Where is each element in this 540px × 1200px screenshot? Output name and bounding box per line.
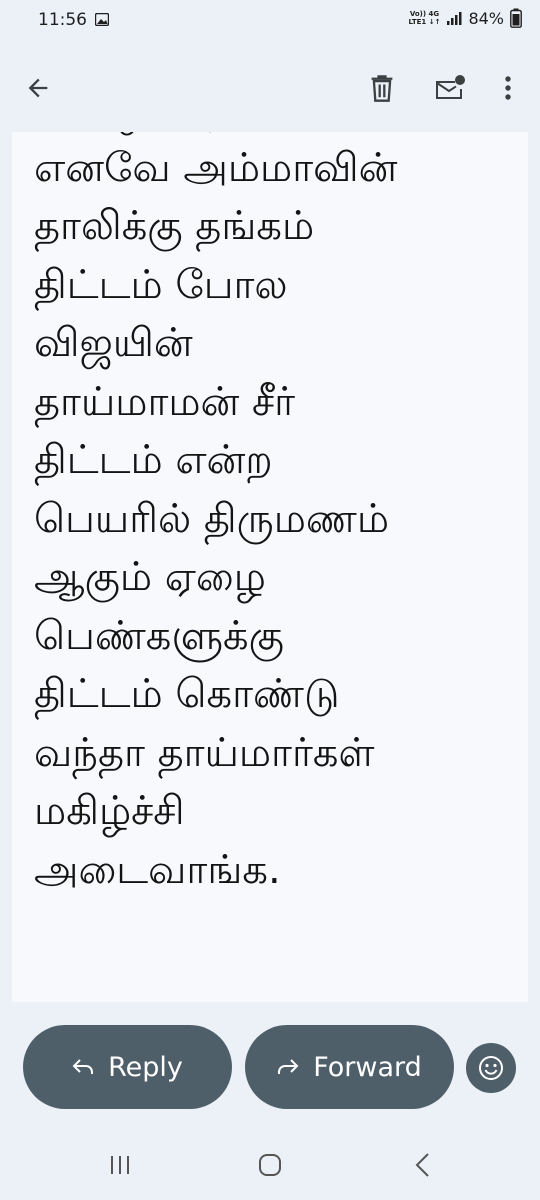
email-body-line: பெண்களுக்கு	[34, 612, 284, 659]
system-nav-bar	[0, 1130, 540, 1200]
forward-arrow-icon	[278, 1059, 299, 1074]
email-body-line: திட்டம் கொண்டு	[34, 671, 340, 717]
email-body-line: பெயரில் திருமணம்	[34, 495, 390, 542]
mark-unread-button[interactable]	[430, 68, 470, 108]
nav-back-button[interactable]	[402, 1148, 442, 1182]
smiley-icon	[479, 1056, 503, 1080]
email-body-text: அழைக்கிறார்கள்.எனவே அம்மாவின்தாலிக்கு தங…	[34, 132, 524, 899]
home-button[interactable]	[250, 1148, 290, 1182]
reply-button[interactable]: Reply	[23, 1025, 232, 1109]
email-body-line: விஜயின்	[34, 320, 193, 366]
bottom-actions: Reply Forward	[0, 1010, 540, 1130]
nav-back-icon	[415, 1153, 429, 1177]
status-right: Vo)) 4G LTE1 ↓↑ 84%	[409, 8, 522, 28]
network-sim-label: LTE1 ↓↑	[408, 18, 441, 26]
email-body-line: மகிழ்ச்சி	[34, 788, 185, 834]
email-body-line: திட்டம் போல	[34, 261, 288, 308]
recents-button[interactable]	[100, 1148, 140, 1182]
arrow-left-icon	[28, 78, 48, 98]
email-body-line: தாலிக்கு தங்கம்	[34, 203, 315, 249]
more-vertical-icon	[505, 76, 511, 100]
forward-label: Forward	[313, 1051, 422, 1083]
gallery-notification-icon	[95, 13, 109, 26]
network-indicator: Vo)) 4G LTE1 ↓↑	[409, 10, 441, 26]
home-icon	[259, 1154, 281, 1176]
recents-icon	[111, 1156, 129, 1174]
battery-percent: 84%	[468, 8, 504, 28]
emoji-reaction-button[interactable]	[466, 1043, 516, 1093]
back-button[interactable]	[18, 68, 58, 108]
reply-label: Reply	[108, 1051, 183, 1083]
more-options-button[interactable]	[490, 68, 526, 108]
signal-icon	[447, 12, 462, 25]
battery-icon	[510, 8, 522, 28]
status-time: 11:56	[38, 10, 87, 30]
email-body-line: திட்டம் என்ற	[34, 437, 273, 483]
email-body-line: ஆகும் ஏழை	[34, 554, 266, 600]
network-type-label: Vo)) 4G	[409, 10, 440, 18]
email-body-line: தாய்மாமன் சீர்	[34, 378, 296, 425]
email-body-line: எனவே அம்மாவின்	[34, 144, 398, 191]
status-bar: 11:56 Vo)) 4G LTE1 ↓↑ 84%	[0, 0, 540, 44]
trash-icon	[371, 75, 393, 102]
mail-unread-icon	[436, 75, 465, 99]
email-body: அழைக்கிறார்கள்.எனவே அம்மாவின்தாலிக்கு தங…	[12, 132, 528, 1002]
reply-arrow-icon	[72, 1059, 94, 1074]
email-body-line: வந்தா தாய்மார்கள்	[34, 729, 375, 776]
delete-button[interactable]	[362, 68, 402, 108]
email-body-line: அடைவாங்க.	[34, 846, 281, 893]
app-bar	[0, 50, 540, 126]
forward-button[interactable]: Forward	[245, 1025, 454, 1109]
